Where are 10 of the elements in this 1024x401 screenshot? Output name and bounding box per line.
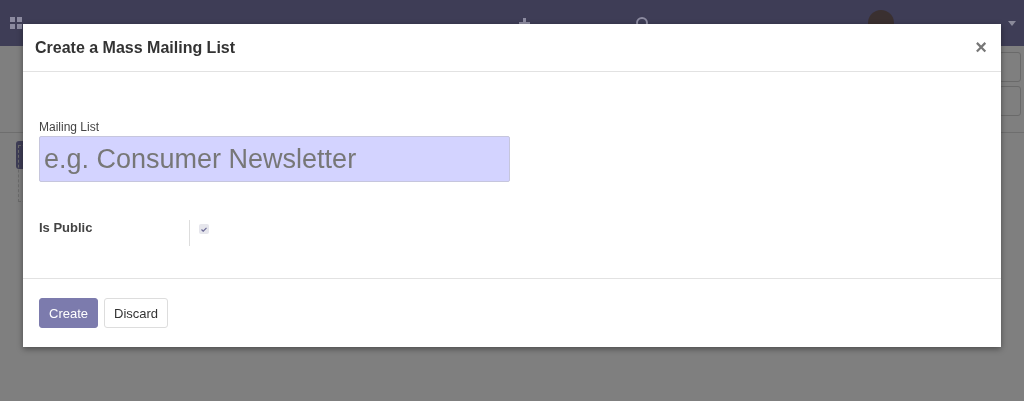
close-button[interactable]: × [975,36,987,59]
field-label: Is Public [39,220,94,235]
field-label: Mailing List [39,120,101,134]
mailing-list-input[interactable]: e.g. Consumer Newsletter [39,136,510,182]
checkbox[interactable] [199,224,209,234]
caret-icon [1008,20,1016,26]
create-button[interactable]: Create [39,298,99,328]
discard-button[interactable]: Discard [104,298,169,328]
dialog-title: Create a Mass Mailing List [35,38,236,57]
app-grid-icon[interactable] [10,17,22,29]
